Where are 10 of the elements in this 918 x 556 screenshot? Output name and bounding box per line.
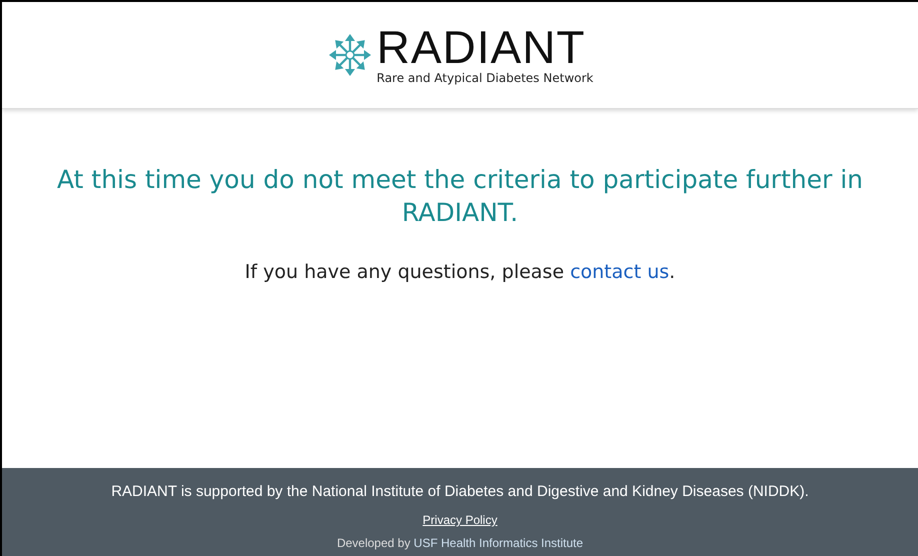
developer-credit: Developed by USF Health Informatics Institute [336, 536, 584, 550]
support-text: RADIANT is supported by the National Institute of Diabetes and Digestive and Kidney Diseases (NIDDK). [111, 483, 809, 500]
message-heading: At this time you do not meet the criteria to participate further in RADIANT. [56, 164, 864, 229]
message-text: If you have any questions, please contact us. [244, 261, 676, 283]
logo-wordmark: RADIANT [376, 25, 586, 69]
privacy-link[interactable]: Privacy Policy [422, 513, 498, 527]
contact-link[interactable]: contact us [570, 261, 670, 283]
snowflake-arrows-icon [326, 32, 373, 78]
developer-link[interactable]: USF Health Informatics Institute [414, 536, 584, 550]
logo-tagline: Rare and Atypical Diabetes Network [376, 71, 594, 85]
